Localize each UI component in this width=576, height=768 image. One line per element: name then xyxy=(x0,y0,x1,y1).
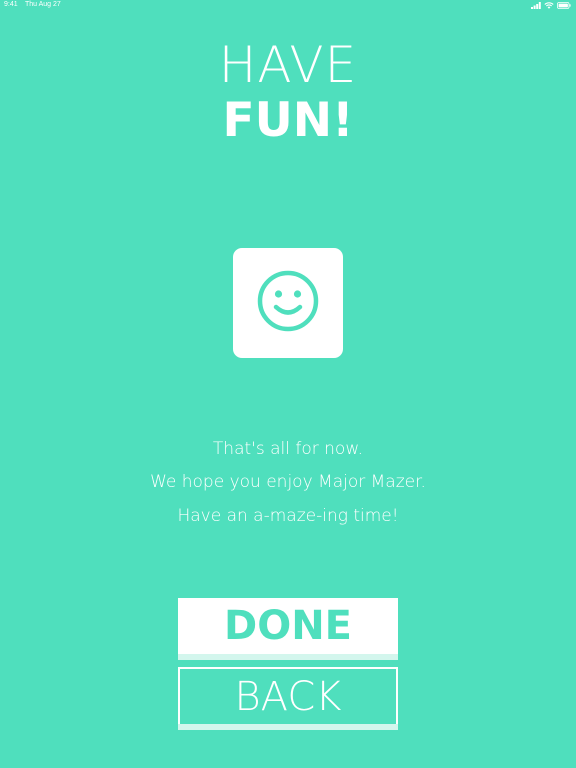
back-button-label: BACK xyxy=(234,674,342,720)
back-button[interactable]: BACK xyxy=(178,667,398,730)
message-line-1: That's all for now. xyxy=(212,439,364,459)
smiley-face-icon xyxy=(256,269,320,337)
back-button-shadow xyxy=(178,724,398,730)
done-button-label: DONE xyxy=(223,603,352,649)
status-bar: 9:41 Thu Aug 27 xyxy=(0,0,576,12)
title-line-have: HAVE xyxy=(218,36,358,94)
status-time: 9:41 xyxy=(4,1,18,8)
smiley-tile xyxy=(233,248,343,358)
battery-icon xyxy=(557,2,571,11)
wifi-icon xyxy=(544,2,554,11)
done-button-shadow xyxy=(178,654,398,660)
status-icons xyxy=(531,2,571,11)
status-date: Thu Aug 27 xyxy=(25,1,61,8)
title-line-fun: FUN! xyxy=(222,93,354,148)
message-line-3: Have an a-maze-ing time! xyxy=(177,506,399,526)
signal-icon xyxy=(531,2,541,11)
done-button[interactable]: DONE xyxy=(178,598,398,660)
message-line-2: We hope you enjoy Major Mazer. xyxy=(150,472,426,492)
